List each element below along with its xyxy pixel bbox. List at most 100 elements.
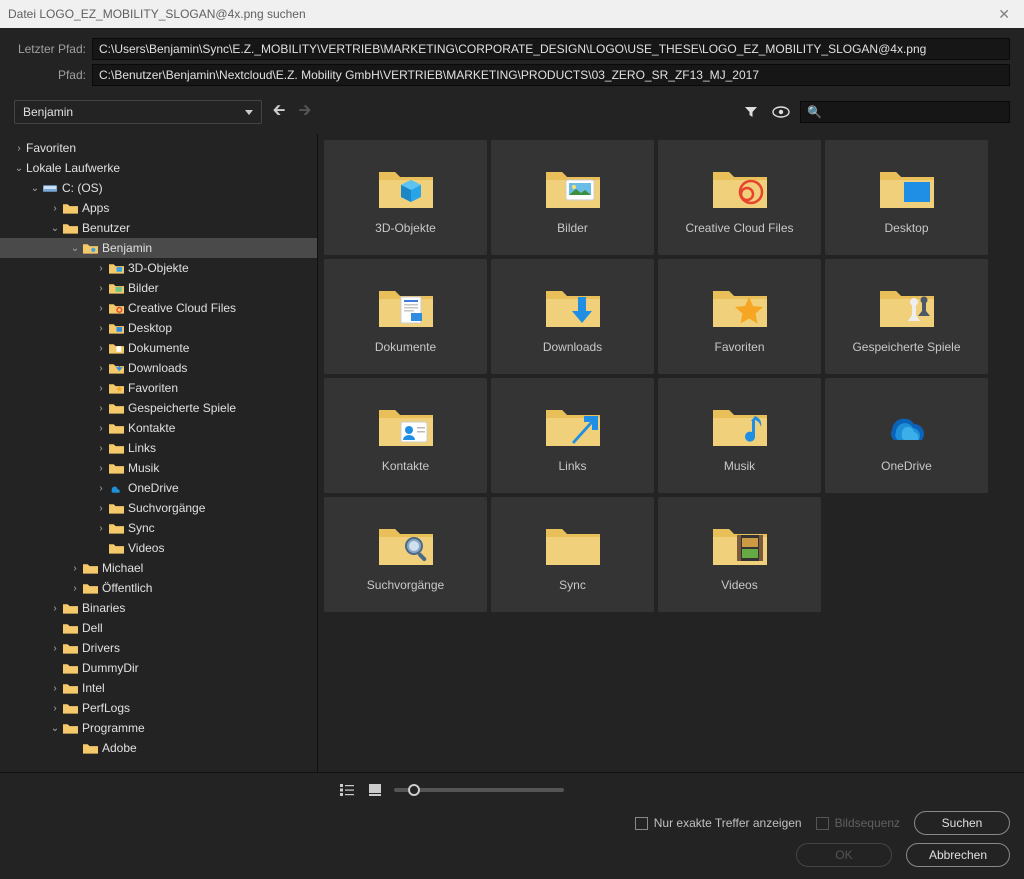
tree-drivers[interactable]: ›Drivers xyxy=(0,638,317,658)
folder-sync[interactable]: Sync xyxy=(491,497,654,612)
drive-icon xyxy=(42,181,58,195)
eye-icon[interactable] xyxy=(770,101,792,123)
folder-onedrive[interactable]: OneDrive xyxy=(825,378,988,493)
tree-lokale-laufwerke[interactable]: ⌄Lokale Laufwerke xyxy=(0,158,317,178)
path-section: Letzter Pfad: Pfad: xyxy=(0,28,1024,96)
nav-back-button[interactable]: 🡰 xyxy=(270,103,288,121)
file-grid[interactable]: 3D-Objekte Bilder Creative Cloud Files D… xyxy=(318,134,1024,772)
onedrive-icon xyxy=(108,481,124,495)
folder-icon xyxy=(108,281,124,295)
folder-icon xyxy=(82,741,98,755)
tree-intel[interactable]: ›Intel xyxy=(0,678,317,698)
folder-icon xyxy=(62,681,78,695)
tree-favoriten[interactable]: ›Favoriten xyxy=(0,138,317,158)
tree-binaries[interactable]: ›Binaries xyxy=(0,598,317,618)
folder-tree[interactable]: ›Favoriten ⌄Lokale Laufwerke ⌄C: (OS) ›A… xyxy=(0,134,318,772)
folder-videos-icon xyxy=(710,518,770,568)
tree-benjamin[interactable]: ⌄Benjamin xyxy=(0,238,317,258)
folder-icon xyxy=(62,621,78,635)
tree-favoriten[interactable]: ›Favoriten xyxy=(0,378,317,398)
folder-3d-objekte[interactable]: 3D-Objekte xyxy=(324,140,487,255)
folder-suchvorgaenge[interactable]: Suchvorgänge xyxy=(324,497,487,612)
folder-bilder[interactable]: Bilder xyxy=(491,140,654,255)
folder-icon xyxy=(82,581,98,595)
last-path-label: Letzter Pfad: xyxy=(14,42,92,56)
nav-forward-button[interactable]: 🡲 xyxy=(296,103,314,121)
folder-label: Gespeicherte Spiele xyxy=(852,340,960,354)
tree-michael[interactable]: ›Michael xyxy=(0,558,317,578)
folder-icon xyxy=(108,341,124,355)
folder-label: 3D-Objekte xyxy=(375,221,436,235)
folder-icon xyxy=(62,221,78,235)
folder-icon xyxy=(543,518,603,568)
thumbnail-size-slider[interactable] xyxy=(394,788,564,792)
folder-icon xyxy=(108,521,124,535)
path-input[interactable] xyxy=(92,64,1010,86)
search-button[interactable]: Suchen xyxy=(914,811,1010,835)
filter-icon[interactable] xyxy=(740,101,762,123)
tree-sync[interactable]: ›Sync xyxy=(0,518,317,538)
tree-dell[interactable]: Dell xyxy=(0,618,317,638)
folder-icon xyxy=(108,261,124,275)
folder-label: Videos xyxy=(721,578,757,592)
folder-desktop[interactable]: Desktop xyxy=(825,140,988,255)
folder-label: Sync xyxy=(559,578,586,592)
folder-icon xyxy=(108,301,124,315)
folder-icon xyxy=(62,641,78,655)
folder-dokumente[interactable]: Dokumente xyxy=(324,259,487,374)
tree-links[interactable]: ›Links xyxy=(0,438,317,458)
tree-benutzer[interactable]: ⌄Benutzer xyxy=(0,218,317,238)
cancel-button[interactable]: Abbrechen xyxy=(906,843,1010,867)
tree-dokumente[interactable]: ›Dokumente xyxy=(0,338,317,358)
toolbar: Benjamin 🡰 🡲 🔍 xyxy=(0,96,1024,134)
folder-kontakte[interactable]: Kontakte xyxy=(324,378,487,493)
tree-3d-objekte[interactable]: ›3D-Objekte xyxy=(0,258,317,278)
folder-videos[interactable]: Videos xyxy=(658,497,821,612)
tree-suchvorgaenge[interactable]: ›Suchvorgänge xyxy=(0,498,317,518)
close-icon[interactable]: ✕ xyxy=(992,6,1016,23)
folder-icon xyxy=(108,401,124,415)
location-dropdown[interactable]: Benjamin xyxy=(14,100,262,124)
folder-label: Kontakte xyxy=(382,459,429,473)
folder-label: Bilder xyxy=(557,221,588,235)
tree-bilder[interactable]: ›Bilder xyxy=(0,278,317,298)
folder-documents-icon xyxy=(376,280,436,330)
folder-cc-icon xyxy=(710,161,770,211)
tree-desktop[interactable]: ›Desktop xyxy=(0,318,317,338)
tree-musik[interactable]: ›Musik xyxy=(0,458,317,478)
folder-icon xyxy=(62,721,78,735)
tree-onedrive[interactable]: ›OneDrive xyxy=(0,478,317,498)
folder-games-icon xyxy=(877,280,937,330)
folder-icon xyxy=(62,661,78,675)
folder-downloads[interactable]: Downloads xyxy=(491,259,654,374)
view-list-icon[interactable] xyxy=(338,783,356,797)
tree-apps[interactable]: ›Apps xyxy=(0,198,317,218)
folder-gespeicherte-spiele[interactable]: Gespeicherte Spiele xyxy=(825,259,988,374)
tree-videos[interactable]: Videos xyxy=(0,538,317,558)
folder-favoriten[interactable]: Favoriten xyxy=(658,259,821,374)
folder-music-icon xyxy=(710,399,770,449)
search-input[interactable]: 🔍 xyxy=(800,101,1010,123)
folder-label: Favoriten xyxy=(714,340,764,354)
tree-ccf[interactable]: ›Creative Cloud Files xyxy=(0,298,317,318)
slider-knob[interactable] xyxy=(408,784,420,796)
window-title: Datei LOGO_EZ_MOBILITY_SLOGAN@4x.png suc… xyxy=(8,7,306,21)
folder-musik[interactable]: Musik xyxy=(658,378,821,493)
last-path-input[interactable] xyxy=(92,38,1010,60)
folder-links[interactable]: Links xyxy=(491,378,654,493)
exact-match-checkbox[interactable]: Nur exakte Treffer anzeigen xyxy=(635,816,802,830)
titlebar: Datei LOGO_EZ_MOBILITY_SLOGAN@4x.png suc… xyxy=(0,0,1024,28)
tree-oeffentlich[interactable]: ›Öffentlich xyxy=(0,578,317,598)
tree-programme[interactable]: ⌄Programme xyxy=(0,718,317,738)
tree-kontakte[interactable]: ›Kontakte xyxy=(0,418,317,438)
tree-c-os[interactable]: ⌄C: (OS) xyxy=(0,178,317,198)
tree-dummydir[interactable]: DummyDir xyxy=(0,658,317,678)
tree-gespeicherte-spiele[interactable]: ›Gespeicherte Spiele xyxy=(0,398,317,418)
folder-creative-cloud[interactable]: Creative Cloud Files xyxy=(658,140,821,255)
tree-adobe[interactable]: Adobe xyxy=(0,738,317,758)
tree-perflogs[interactable]: ›PerfLogs xyxy=(0,698,317,718)
folder-label: Creative Cloud Files xyxy=(685,221,793,235)
folder-icon xyxy=(108,361,124,375)
view-thumb-icon[interactable] xyxy=(366,783,384,797)
tree-downloads[interactable]: ›Downloads xyxy=(0,358,317,378)
